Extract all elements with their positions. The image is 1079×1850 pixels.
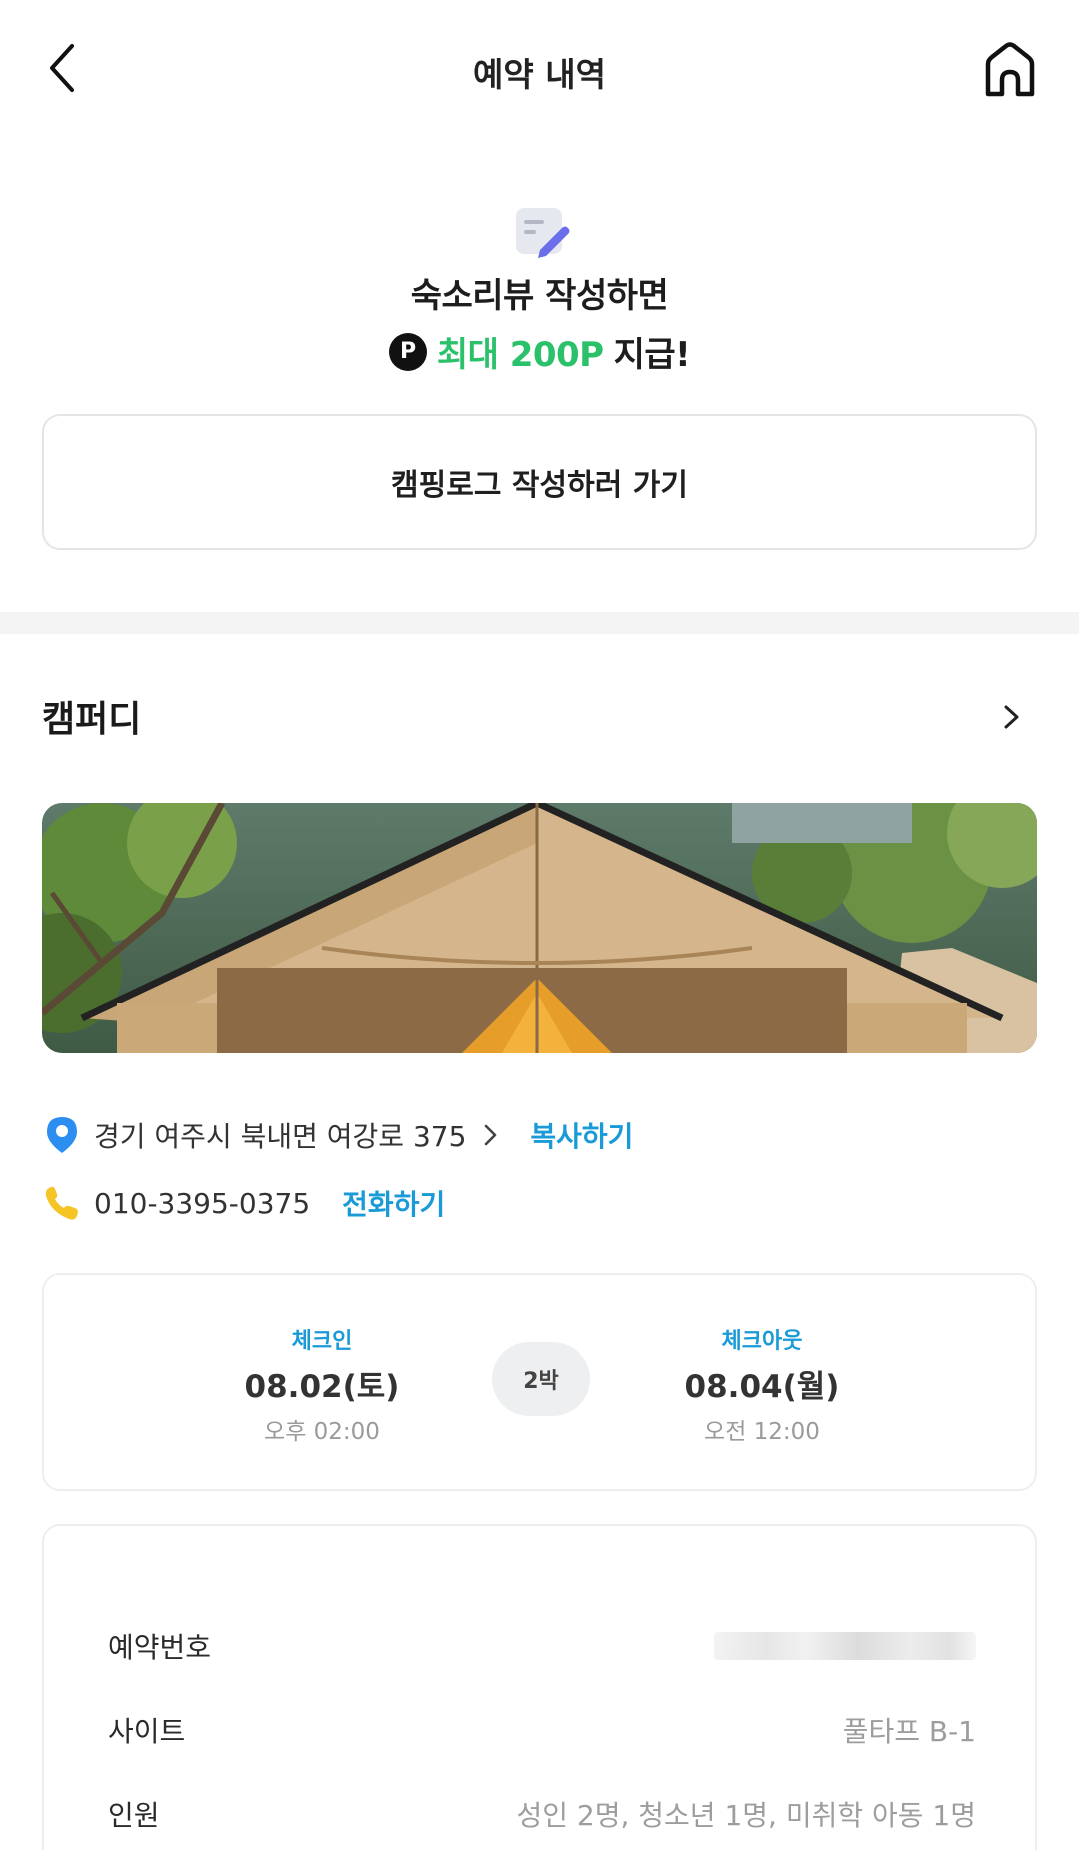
checkin-time: 오후 02:00 [264,1419,380,1445]
checkin-date: 08.02(토) [244,1369,400,1405]
detail-row-reservation-number: 예약번호 [108,1624,976,1668]
phone-icon [42,1183,82,1223]
promo-point-line: P 최대 200P 지급! [0,327,1079,376]
checkout-block: 체크아웃 08.04(월) 오전 12:00 [632,1323,892,1446]
address-text[interactable]: 경기 여주시 북내면 여강로 375 [94,1115,466,1155]
reservation-detail-card: 예약번호 사이트 풀타프 B-1 인원 성인 2명, 청소년 1명, 미취학 아… [42,1524,1037,1850]
campsite-name: 캠퍼디 [42,699,142,740]
copy-address-link[interactable]: 복사하기 [530,1115,633,1155]
nights-badge: 2박 [492,1342,590,1416]
detail-row-guests: 인원 성인 2명, 청소년 1명, 미취학 아동 1명 [108,1792,976,1836]
chevron-right-icon [485,1124,497,1146]
campsite-header[interactable]: 캠퍼디 [42,690,1037,746]
write-camping-log-button[interactable]: 캠핑로그 작성하러 가기 [42,414,1037,550]
detail-value: 성인 2명, 청소년 1명, 미취학 아동 1명 [516,1799,976,1832]
point-amount: 최대 200P [436,335,604,375]
location-pin-icon [42,1115,82,1155]
page-title: 예약 내역 [473,55,606,94]
promo-suffix: 지급! [613,335,691,375]
home-icon [985,42,1035,97]
top-bar: 예약 내역 [0,0,1079,140]
section-divider [0,612,1079,634]
review-promo: 숙소리뷰 작성하면 P 최대 200P 지급! [0,200,1079,376]
checkout-date: 08.04(월) [684,1369,840,1405]
call-link[interactable]: 전화하기 [342,1183,445,1223]
checkin-block: 체크인 08.02(토) 오후 02:00 [192,1323,452,1446]
promo-headline: 숙소리뷰 작성하면 [410,276,669,316]
checkin-label: 체크인 [291,1329,353,1354]
address-row: 경기 여주시 북내면 여강로 375 복사하기 [42,1110,1037,1160]
checkout-label: 체크아웃 [721,1329,803,1354]
point-badge-icon: P [388,332,427,371]
phone-row: 010-3395-0375 전화하기 [42,1178,1037,1228]
detail-label: 인원 [108,1799,160,1832]
detail-value: 풀타프 B-1 [842,1715,976,1748]
campsite-photo [42,803,1037,1053]
detail-label: 사이트 [108,1715,186,1748]
checkin-checkout-card: 체크인 08.02(토) 오후 02:00 2박 체크아웃 08.04(월) 오… [42,1273,1037,1491]
detail-row-site: 사이트 풀타프 B-1 [108,1708,976,1752]
reservation-number-redacted [714,1632,976,1660]
memo-edit-icon [515,208,569,258]
home-button[interactable] [980,40,1040,100]
chevron-right-icon [1004,705,1019,729]
detail-label: 예약번호 [108,1631,212,1664]
checkout-time: 오전 12:00 [704,1419,820,1445]
phone-number: 010-3395-0375 [94,1186,311,1220]
